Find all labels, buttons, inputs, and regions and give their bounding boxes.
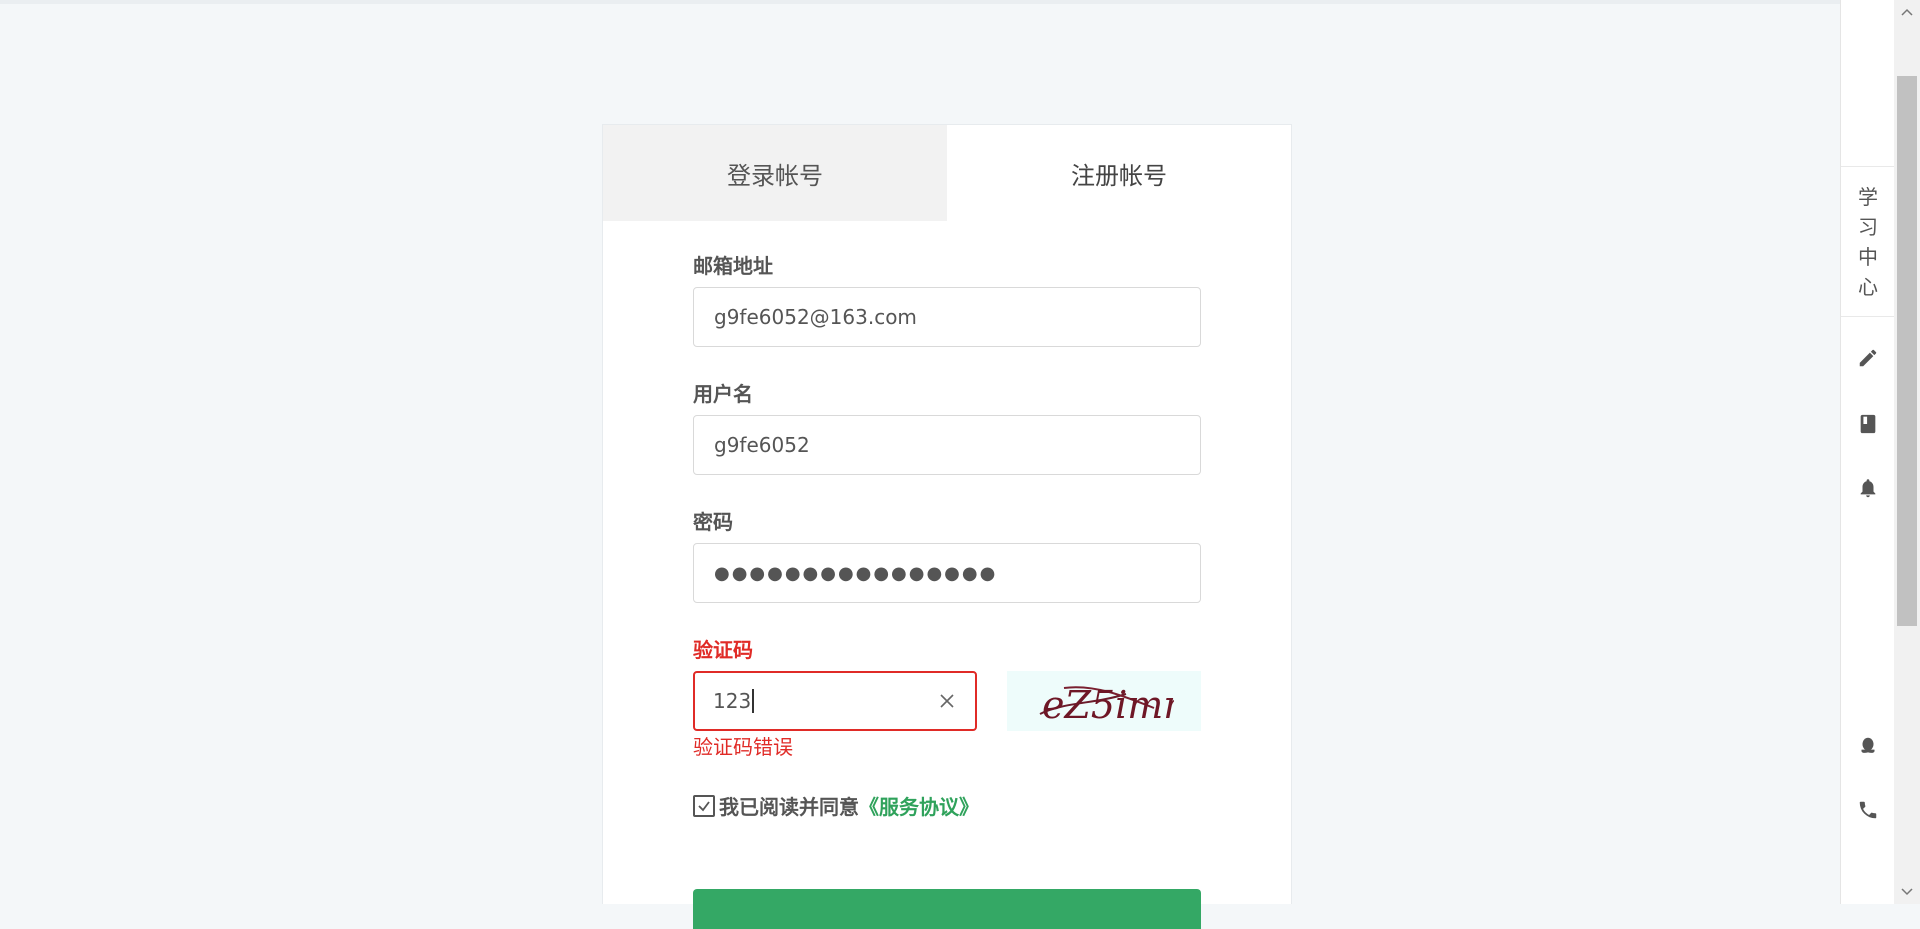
pencil-icon[interactable]	[1856, 346, 1880, 370]
captcha-value: 123	[713, 689, 752, 713]
agree-checkbox[interactable]	[693, 794, 715, 817]
clear-icon[interactable]	[937, 691, 957, 711]
email-label: 邮箱地址	[693, 254, 773, 278]
email-value: g9fe6052@163.com	[714, 305, 917, 329]
sidebar-divider	[1841, 166, 1895, 167]
book-icon[interactable]	[1856, 412, 1880, 436]
captcha-error: 验证码错误	[693, 735, 793, 759]
username-group: 用户名 g9fe6052	[693, 379, 1201, 475]
qq-icon[interactable]	[1856, 734, 1880, 758]
username-label: 用户名	[693, 382, 753, 406]
password-value: ●●●●●●●●●●●●●●●●	[714, 562, 998, 584]
agreement-row: 我已阅读并同意 《服务协议》	[693, 791, 979, 820]
password-group: 密码 ●●●●●●●●●●●●●●●●	[693, 507, 1201, 603]
username-field[interactable]: g9fe6052	[693, 415, 1201, 475]
tab-register[interactable]: 注册帐号	[947, 125, 1291, 221]
learning-center-char: 心	[1858, 275, 1878, 299]
learning-center-char: 中	[1858, 245, 1878, 269]
service-agreement-link[interactable]: 《服务协议》	[859, 791, 979, 820]
captcha-group: 验证码 123 eZ5imn 验证码错误	[693, 635, 1201, 763]
username-value: g9fe6052	[714, 433, 810, 457]
captcha-image[interactable]: eZ5imn	[1007, 671, 1201, 731]
captcha-label: 验证码	[693, 638, 753, 662]
email-field[interactable]: g9fe6052@163.com	[693, 287, 1201, 347]
captcha-row: 123 eZ5imn	[693, 671, 1201, 731]
vertical-scrollbar[interactable]	[1894, 0, 1920, 904]
learning-center-char: 习	[1858, 215, 1878, 239]
scrollbar-thumb[interactable]	[1897, 76, 1917, 626]
password-field[interactable]: ●●●●●●●●●●●●●●●●	[693, 543, 1201, 603]
check-icon	[698, 800, 710, 811]
sidebar-divider	[1841, 316, 1895, 317]
tab-login[interactable]: 登录帐号	[603, 125, 947, 221]
scroll-up-arrow-icon[interactable]	[1894, 2, 1920, 22]
phone-icon[interactable]	[1856, 798, 1880, 822]
top-divider	[0, 0, 1840, 4]
password-label: 密码	[693, 510, 733, 534]
agree-text: 我已阅读并同意	[719, 795, 859, 819]
captcha-input-value: 123	[713, 689, 755, 713]
email-group: 邮箱地址 g9fe6052@163.com	[693, 251, 1201, 347]
learning-center-char: 学	[1858, 185, 1878, 209]
page: 登录帐号 注册帐号 邮箱地址 g9fe6052@163.com 用户名 g9fe…	[0, 0, 1840, 929]
learning-center-link[interactable]: 学 习 中 心	[1841, 182, 1895, 302]
captcha-field[interactable]: 123	[693, 671, 977, 731]
auth-card: 登录帐号 注册帐号 邮箱地址 g9fe6052@163.com 用户名 g9fe…	[602, 124, 1292, 929]
register-submit-button[interactable]	[693, 889, 1201, 929]
text-caret	[752, 689, 755, 713]
auth-tabs: 登录帐号 注册帐号	[603, 125, 1291, 221]
scroll-down-arrow-icon[interactable]	[1894, 882, 1920, 902]
captcha-image-text: eZ5imn	[1042, 683, 1174, 727]
bell-icon[interactable]	[1856, 476, 1880, 500]
right-sidebar: 学 习 中 心	[1840, 0, 1895, 904]
